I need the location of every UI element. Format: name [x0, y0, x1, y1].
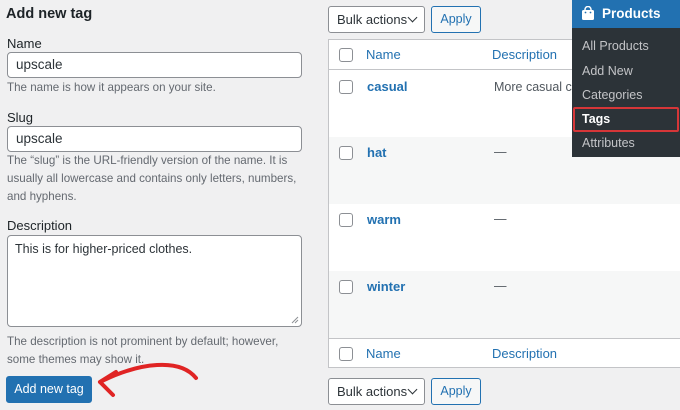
table-row: winter —: [329, 271, 680, 338]
name-help: The name is how it appears on your site.: [7, 81, 216, 94]
tag-name-link[interactable]: winter: [367, 279, 405, 294]
resize-grip-icon[interactable]: [291, 316, 299, 324]
menu-item-add-new[interactable]: Add New: [582, 64, 633, 78]
apply-button-bottom[interactable]: Apply: [431, 378, 481, 405]
add-new-tag-button[interactable]: Add new tag: [6, 376, 92, 403]
select-all-checkbox[interactable]: [339, 48, 353, 62]
bulk-actions-label: Bulk actions: [337, 12, 408, 27]
row-checkbox[interactable]: [339, 80, 353, 94]
products-menu-title: Products: [602, 6, 661, 21]
bulk-actions-label: Bulk actions: [337, 384, 408, 399]
products-menu-header[interactable]: Products: [572, 0, 680, 28]
name-input[interactable]: upscale: [7, 52, 302, 78]
apply-button-top[interactable]: Apply: [431, 6, 481, 33]
description-textarea[interactable]: This is for higher-priced clothes.: [7, 235, 302, 327]
tag-description: —: [494, 145, 507, 159]
tag-description: —: [494, 212, 507, 226]
column-footer-name[interactable]: Name: [366, 346, 401, 361]
chevron-down-icon: [407, 384, 418, 395]
column-footer-description[interactable]: Description: [492, 346, 557, 361]
chevron-down-icon: [407, 12, 418, 23]
products-submenu: Products All Products Add New Categories…: [572, 0, 680, 157]
description-text: This is for higher-priced clothes.: [15, 242, 193, 256]
name-label: Name: [7, 36, 42, 51]
slug-label: Slug: [7, 110, 34, 125]
tag-description: —: [494, 279, 507, 293]
row-checkbox[interactable]: [339, 146, 353, 160]
table-row: warm —: [329, 204, 680, 271]
bulk-actions-select-top[interactable]: Bulk actions: [328, 6, 425, 33]
row-checkbox[interactable]: [339, 280, 353, 294]
slug-input[interactable]: upscale: [7, 126, 302, 152]
bulk-actions-select-bottom[interactable]: Bulk actions: [328, 378, 425, 405]
shopping-bag-icon: [582, 6, 594, 20]
column-header-description[interactable]: Description: [492, 47, 557, 62]
row-checkbox[interactable]: [339, 213, 353, 227]
column-header-name[interactable]: Name: [366, 47, 401, 62]
description-label: Description: [7, 218, 73, 233]
select-all-checkbox-footer[interactable]: [339, 347, 353, 361]
description-help: The description is not prominent by defa…: [7, 335, 279, 366]
tags-highlight-box: [573, 107, 679, 132]
form-title: Add new tag: [6, 6, 93, 22]
tag-name-link[interactable]: casual: [367, 79, 407, 94]
slug-help: The “slug” is the URL-friendly version o…: [7, 154, 297, 203]
menu-item-all-products[interactable]: All Products: [582, 39, 649, 53]
table-footer: Name Description: [329, 338, 680, 367]
tag-description: More casual clo: [494, 80, 582, 94]
menu-item-attributes[interactable]: Attributes: [582, 136, 635, 150]
tag-name-link[interactable]: hat: [367, 145, 387, 160]
tag-name-link[interactable]: warm: [367, 212, 401, 227]
menu-item-categories[interactable]: Categories: [582, 88, 642, 102]
